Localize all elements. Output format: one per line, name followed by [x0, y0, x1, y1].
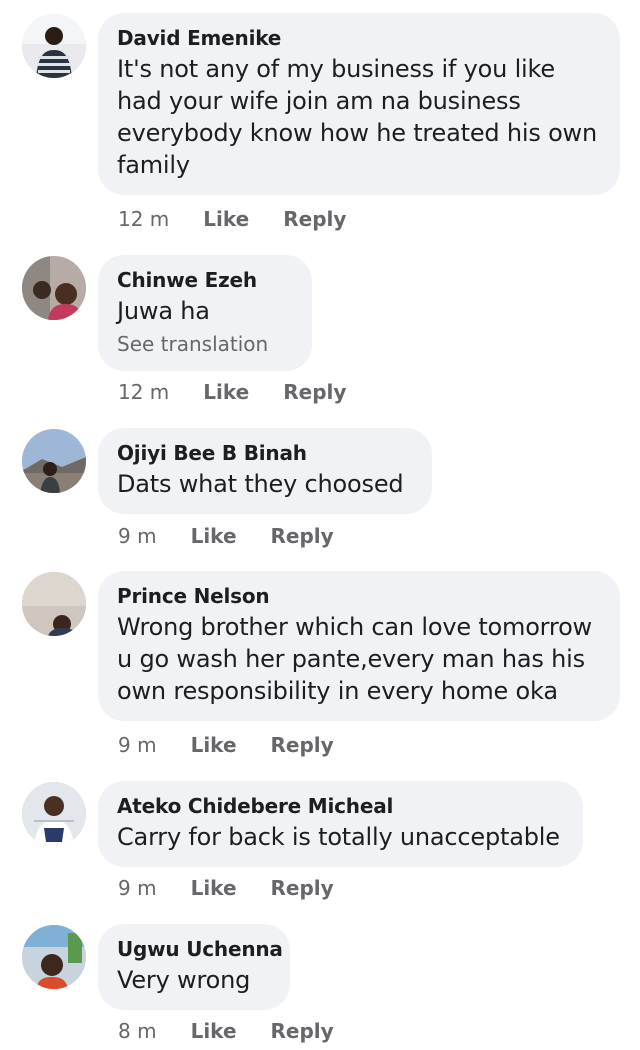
comment-bubble: David Emenike It's not any of my busines… — [98, 13, 620, 195]
comment-author[interactable]: Prince Nelson — [117, 583, 600, 609]
comment-actions: 12 m Like Reply — [118, 204, 346, 234]
reply-button[interactable]: Reply — [271, 1019, 334, 1043]
comment-text: Carry for back is totally unacceptable — [117, 821, 563, 853]
comment-author[interactable]: Chinwe Ezeh — [117, 267, 292, 293]
reply-button[interactable]: Reply — [271, 524, 334, 548]
comment-timestamp[interactable]: 12 m — [118, 207, 169, 231]
avatar-photo — [22, 256, 86, 320]
like-button[interactable]: Like — [203, 207, 249, 231]
comment-text-line: had your wife join am na business — [117, 87, 521, 115]
comment-text: Juwa ha — [117, 295, 292, 327]
see-translation-link[interactable]: See translation — [117, 331, 292, 357]
comment-text-line: Very wrong — [117, 966, 251, 994]
comment-author[interactable]: David Emenike — [117, 25, 600, 51]
like-button[interactable]: Like — [191, 1019, 237, 1043]
avatar[interactable] — [22, 256, 86, 320]
comment-bubble: Ugwu Uchenna Very wrong — [98, 924, 290, 1010]
comment-text: It's not any of my business if you like … — [117, 53, 600, 181]
avatar-photo — [22, 782, 86, 846]
avatar[interactable] — [22, 782, 86, 846]
like-button[interactable]: Like — [191, 524, 237, 548]
comment-bubble: Ojiyi Bee B Binah Dats what they choosed — [98, 428, 432, 514]
comment-author[interactable]: Ojiyi Bee B Binah — [117, 440, 412, 466]
reply-button[interactable]: Reply — [283, 207, 346, 231]
avatar[interactable] — [22, 925, 86, 989]
comment-text-line: Carry for back is totally unacceptable — [117, 823, 560, 851]
comment-bubble: Chinwe Ezeh Juwa ha See translation — [98, 255, 312, 371]
comment-text-line: everybody know how he treated his own — [117, 119, 597, 147]
comment-bubble: Ateko Chidebere Micheal Carry for back i… — [98, 781, 583, 867]
avatar[interactable] — [22, 14, 86, 78]
comment-text-line: Wrong brother which can love tomorrow — [117, 613, 592, 641]
reply-button[interactable]: Reply — [271, 876, 334, 900]
comment-text-line: own responsibility in every home oka — [117, 677, 558, 705]
comment-timestamp[interactable]: 9 m — [118, 524, 157, 548]
comment-actions: 8 m Like Reply — [118, 1016, 334, 1046]
avatar[interactable] — [22, 572, 86, 636]
comment-timestamp[interactable]: 9 m — [118, 733, 157, 757]
reply-button[interactable]: Reply — [271, 733, 334, 757]
comment-text: Dats what they choosed — [117, 468, 412, 500]
comment-text-line: family — [117, 151, 190, 179]
comment-timestamp[interactable]: 12 m — [118, 380, 169, 404]
comment-timestamp[interactable]: 9 m — [118, 876, 157, 900]
comment-timestamp[interactable]: 8 m — [118, 1019, 157, 1043]
reply-button[interactable]: Reply — [283, 380, 346, 404]
comment-text-line: It's not any of my business if you like — [117, 55, 555, 83]
like-button[interactable]: Like — [203, 380, 249, 404]
like-button[interactable]: Like — [191, 876, 237, 900]
comment-actions: 12 m Like Reply — [118, 377, 346, 407]
avatar[interactable] — [22, 429, 86, 493]
comment-bubble: Prince Nelson Wrong brother which can lo… — [98, 571, 620, 721]
avatar-photo — [22, 429, 86, 493]
comment-actions: 9 m Like Reply — [118, 730, 334, 760]
comment-actions: 9 m Like Reply — [118, 521, 334, 551]
comment-text-line: u go wash her pante,every man has his — [117, 645, 585, 673]
comment-author[interactable]: Ugwu Uchenna — [117, 936, 283, 962]
avatar-photo — [22, 14, 86, 78]
comment-text-line: Juwa ha — [117, 297, 210, 325]
like-button[interactable]: Like — [191, 733, 237, 757]
avatar-photo — [22, 925, 86, 989]
comment-actions: 9 m Like Reply — [118, 873, 334, 903]
avatar-photo — [22, 572, 86, 636]
comment-text: Very wrong — [117, 964, 270, 996]
comment-text: Wrong brother which can love tomorrow u … — [117, 611, 600, 707]
comment-author[interactable]: Ateko Chidebere Micheal — [117, 793, 563, 819]
comment-text-line: Dats what they choosed — [117, 470, 404, 498]
